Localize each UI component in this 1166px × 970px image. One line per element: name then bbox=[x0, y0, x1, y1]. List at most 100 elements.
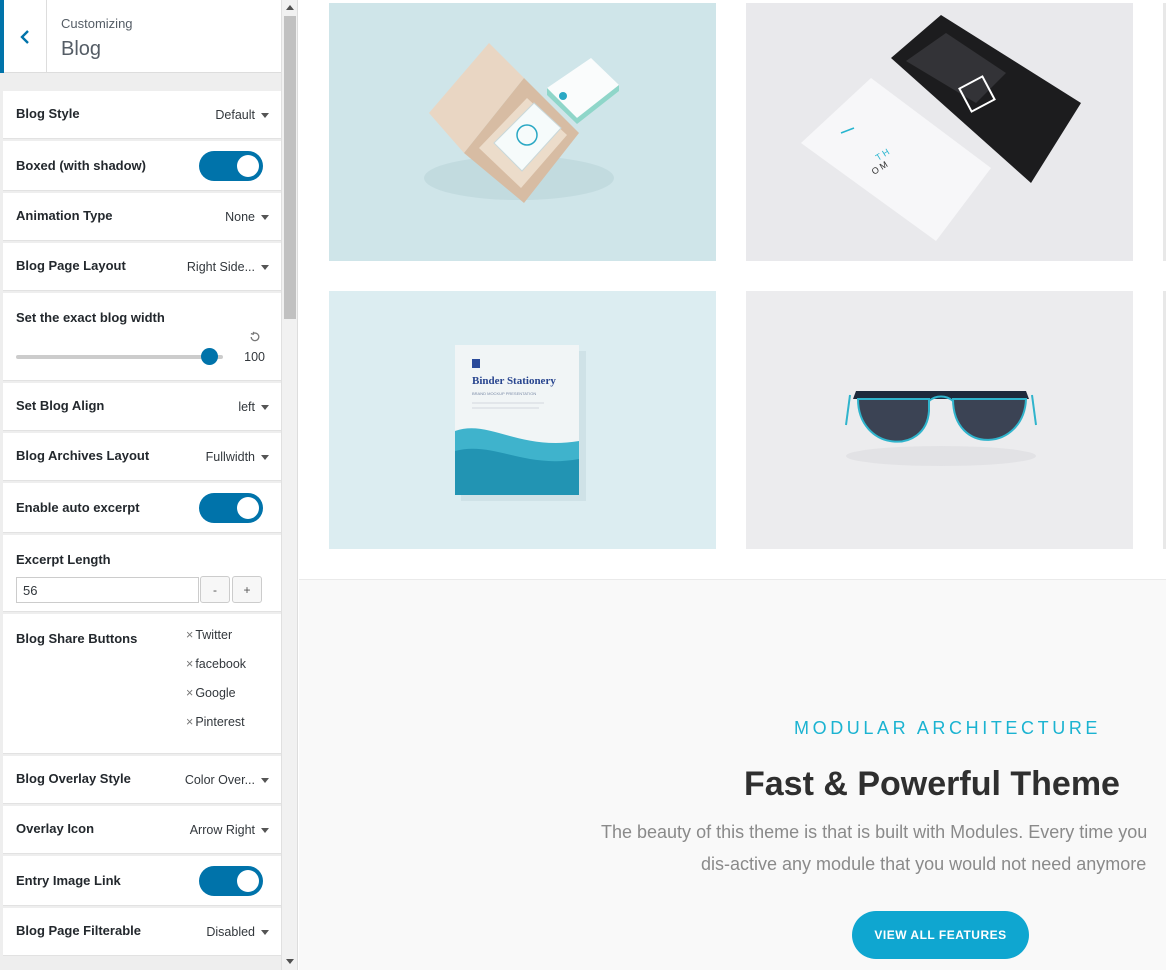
control-excerpt-length: Excerpt Length - + bbox=[3, 535, 281, 612]
share-item-label: Google bbox=[195, 686, 236, 700]
toggle-knob bbox=[237, 155, 259, 177]
control-label: Excerpt Length bbox=[16, 552, 111, 567]
scrollbar-thumb[interactable] bbox=[284, 16, 296, 319]
auto-excerpt-toggle[interactable] bbox=[199, 493, 263, 523]
control-label: Blog Overlay Style bbox=[16, 771, 131, 786]
customizer-sidebar: Customizing Blog Blog Style Default Boxe… bbox=[0, 0, 298, 970]
control-auto-excerpt: Enable auto excerpt bbox=[3, 483, 281, 533]
view-all-features-button[interactable]: VIEW ALL FEATURES bbox=[852, 911, 1029, 959]
share-item-facebook[interactable]: × facebook bbox=[186, 657, 246, 686]
control-label: Boxed (with shadow) bbox=[16, 158, 146, 173]
portfolio-tile-binder-stationery[interactable]: Binder Stationery BRAND MOCKUP PRESENTAT… bbox=[329, 291, 716, 549]
width-slider-track[interactable] bbox=[16, 355, 223, 359]
caret-down-icon bbox=[261, 929, 269, 935]
thom-cards-image: T H O M bbox=[801, 15, 1081, 241]
toggle-knob bbox=[237, 870, 259, 892]
share-item-label: Pinterest bbox=[195, 715, 245, 729]
control-overlay-icon: Overlay Icon Arrow Right bbox=[3, 806, 281, 854]
increment-button[interactable]: + bbox=[232, 576, 262, 603]
control-label: Blog Page Layout bbox=[16, 258, 126, 273]
select-value: None bbox=[225, 210, 255, 224]
boxed-toggle[interactable] bbox=[199, 151, 263, 181]
toggle-knob bbox=[237, 497, 259, 519]
control-animation-type: Animation Type None bbox=[3, 193, 281, 241]
select-value: Disabled bbox=[206, 925, 255, 939]
control-blog-width: Set the exact blog width 100 bbox=[3, 293, 281, 381]
decrement-button[interactable]: - bbox=[200, 576, 230, 603]
sunglasses-image bbox=[845, 391, 1037, 466]
section-title: Blog bbox=[61, 38, 102, 60]
blog-style-select[interactable]: Default bbox=[215, 108, 269, 122]
control-blog-align: Set Blog Align left bbox=[3, 383, 281, 431]
width-slider-handle[interactable] bbox=[201, 348, 218, 365]
page-filterable-select[interactable]: Disabled bbox=[206, 925, 269, 939]
select-value: Color Over... bbox=[184, 773, 255, 787]
control-label: Blog Share Buttons bbox=[16, 631, 138, 646]
overlay-icon-select[interactable]: Arrow Right bbox=[190, 823, 269, 837]
portfolio-tile-thom-cards[interactable]: T H O M bbox=[746, 3, 1133, 261]
share-item-google[interactable]: × Google bbox=[186, 686, 246, 715]
select-value: Right Side... bbox=[186, 260, 255, 274]
control-label: Set the exact blog width bbox=[16, 310, 165, 325]
caret-down-icon bbox=[261, 214, 269, 220]
control-label: Animation Type bbox=[16, 208, 113, 223]
control-label: Entry Image Link bbox=[16, 873, 121, 888]
control-label: Set Blog Align bbox=[16, 398, 105, 413]
scroll-up-icon[interactable] bbox=[286, 5, 294, 10]
stationery-subtitle: BRAND MOCKUP PRESENTATION bbox=[472, 391, 536, 396]
control-blog-style: Blog Style Default bbox=[3, 91, 281, 139]
select-value: Arrow Right bbox=[189, 823, 255, 837]
business-cards-image bbox=[424, 43, 619, 203]
breadcrumb: Customizing bbox=[61, 16, 133, 31]
caret-down-icon bbox=[261, 454, 269, 460]
control-label: Blog Archives Layout bbox=[16, 448, 150, 463]
excerpt-length-input[interactable] bbox=[16, 577, 199, 603]
control-label: Blog Page Filterable bbox=[16, 923, 141, 938]
scroll-down-icon[interactable] bbox=[286, 959, 294, 964]
control-share-buttons: Blog Share Buttons × Twitter × facebook × G… bbox=[3, 614, 281, 754]
portfolio-tile-sunglasses[interactable] bbox=[746, 291, 1133, 549]
controls-list: Blog Style Default Boxed (with shadow) A… bbox=[3, 91, 281, 956]
share-item-twitter[interactable]: × Twitter bbox=[186, 628, 246, 657]
section-eyebrow: MODULAR ARCHITECTURE bbox=[794, 718, 1102, 738]
caret-down-icon bbox=[261, 264, 269, 270]
site-preview: T H O M Binder Stationery BRAND MOCKUP P… bbox=[299, 0, 1166, 970]
control-label: Enable auto excerpt bbox=[16, 500, 140, 515]
caret-down-icon bbox=[261, 112, 269, 118]
blog-align-select[interactable]: left bbox=[238, 400, 269, 414]
width-value: 100 bbox=[244, 350, 265, 364]
control-entry-image-link: Entry Image Link bbox=[3, 856, 281, 906]
back-button[interactable] bbox=[0, 0, 47, 73]
remove-icon[interactable]: × bbox=[186, 657, 193, 671]
caret-down-icon bbox=[261, 827, 269, 833]
control-page-filterable: Blog Page Filterable Disabled bbox=[3, 908, 281, 956]
control-label: Blog Style bbox=[16, 106, 80, 121]
page-layout-select[interactable]: Right Side... bbox=[187, 260, 269, 274]
remove-icon[interactable]: × bbox=[186, 715, 193, 729]
select-value: Fullwidth bbox=[205, 450, 255, 464]
archives-layout-select[interactable]: Fullwidth bbox=[206, 450, 269, 464]
section-description-line2: dis-active any module that you would not… bbox=[701, 854, 1147, 874]
feature-section: MODULAR ARCHITECTURE Fast & Powerful The… bbox=[299, 579, 1166, 970]
reset-icon[interactable] bbox=[249, 331, 261, 343]
remove-icon[interactable]: × bbox=[186, 628, 193, 642]
caret-down-icon bbox=[261, 404, 269, 410]
share-item-pinterest[interactable]: × Pinterest bbox=[186, 715, 246, 744]
share-item-label: facebook bbox=[195, 657, 247, 671]
stationery-title: Binder Stationery bbox=[472, 375, 556, 387]
control-overlay-style: Blog Overlay Style Color Over... bbox=[3, 756, 281, 804]
control-label: Overlay Icon bbox=[16, 821, 95, 836]
control-page-layout: Blog Page Layout Right Side... bbox=[3, 243, 281, 291]
control-boxed: Boxed (with shadow) bbox=[3, 141, 281, 191]
portfolio-tile-business-cards[interactable] bbox=[329, 3, 716, 261]
binder-stationery-image: Binder Stationery BRAND MOCKUP PRESENTAT… bbox=[455, 345, 586, 501]
remove-icon[interactable]: × bbox=[186, 686, 193, 700]
customizer-header: Customizing Blog bbox=[0, 0, 281, 73]
chevron-left-icon bbox=[20, 29, 29, 44]
animation-type-select[interactable]: None bbox=[225, 210, 269, 224]
share-list: × Twitter × facebook × Google × Pinterest bbox=[186, 628, 246, 744]
control-archives-layout: Blog Archives Layout Fullwidth bbox=[3, 433, 281, 481]
overlay-style-select[interactable]: Color Over... bbox=[185, 773, 269, 787]
entry-image-link-toggle[interactable] bbox=[199, 866, 263, 896]
sidebar-scrollbar[interactable] bbox=[281, 0, 297, 970]
